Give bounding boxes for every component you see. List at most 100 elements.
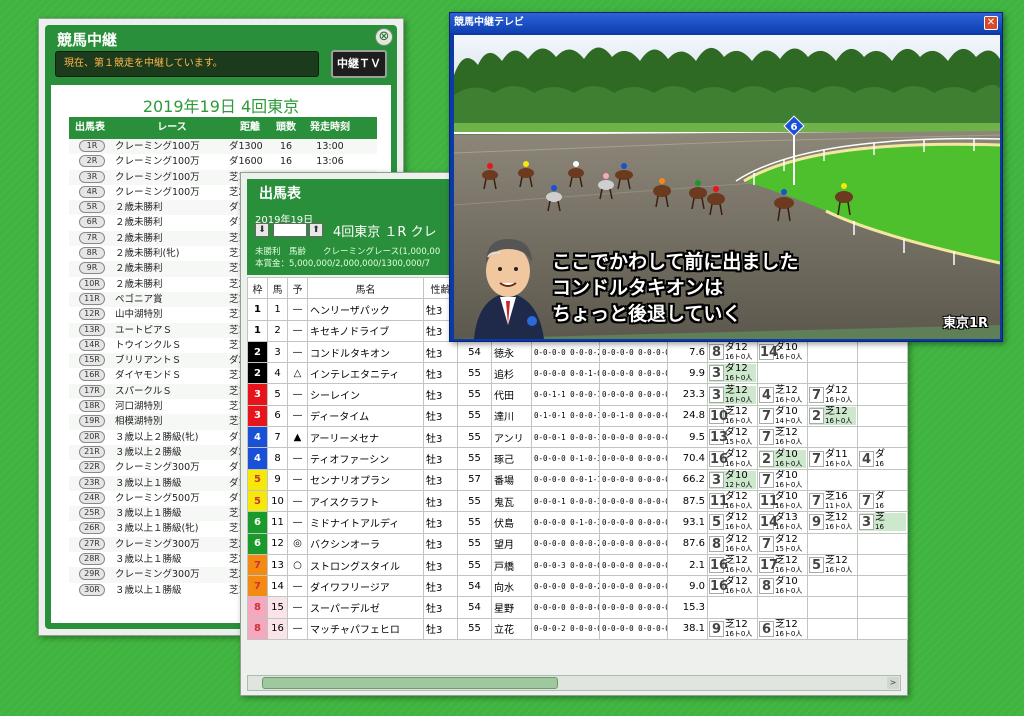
prediction-mark[interactable]: ○ <box>287 553 308 577</box>
horse-name[interactable]: スーパーデルゼ <box>307 596 424 619</box>
race-number-button[interactable]: 26R <box>79 522 105 535</box>
entry-row[interactable]: 8 15— スーパーデルゼ 牡3 54 星野 0-0-0-0 0-0-0-0 0-0-0-0 … <box>247 596 908 619</box>
race-number-button[interactable]: 23R <box>79 476 105 489</box>
race-number-button[interactable]: 2R <box>79 155 105 168</box>
next-day-icon[interactable]: ⬆ <box>309 223 323 237</box>
entry-row[interactable]: 8 16— マッチャパフェヒロ 牡3 55 立花 0-0-0-2 0-0-0-0 0-0-0-… <box>247 617 908 641</box>
race-number-button[interactable]: 8R <box>79 247 105 260</box>
past-race-3[interactable]: 7 ダ11 16ト0人 <box>807 447 858 470</box>
prediction-mark[interactable]: — <box>287 511 308 534</box>
past-race-1[interactable]: 8 ダ12 16ト0人 <box>707 532 758 555</box>
race-number-button[interactable]: 20R <box>79 430 105 443</box>
date-select[interactable] <box>273 223 307 237</box>
prediction-mark[interactable]: — <box>287 575 308 598</box>
past-race-1[interactable]: 5 ダ12 16ト0人 <box>707 511 758 534</box>
past-race-1[interactable]: 3 ダ10 12ト0人 <box>707 468 758 491</box>
horizontal-scrollbar[interactable]: > <box>247 675 901 691</box>
race-number-button[interactable]: 19R <box>79 415 105 428</box>
entry-row[interactable]: 6 11— ミドナイトアルディ 牡3 55 伏島 0-0-0-0 0-1-0-3 0-0-0-… <box>247 511 908 534</box>
past-race-2[interactable]: 8 ダ10 16ト0人 <box>757 575 808 598</box>
prediction-mark[interactable]: ◎ <box>287 532 308 555</box>
past-race-1[interactable]: 16 芝12 16ト0人 <box>707 553 758 577</box>
race-number-button[interactable]: 14R <box>79 338 105 351</box>
race-number-button[interactable]: 25R <box>79 507 105 520</box>
entry-row[interactable]: 3 5— シーレイン 牡3 55 代田 0-0-1-1 0-0-0-1 0-0-0-0 0-0… <box>247 383 908 406</box>
past-race-2[interactable]: 7 芝12 16ト0人 <box>757 426 808 449</box>
prediction-mark[interactable]: — <box>287 404 308 428</box>
horse-name[interactable]: ストロングスタイル <box>307 553 424 577</box>
race-number-button[interactable]: 5R <box>79 201 105 214</box>
scroll-right-icon[interactable]: > <box>887 677 899 689</box>
race-number-button[interactable]: 29R <box>79 568 105 581</box>
scrollbar-thumb[interactable] <box>262 677 558 689</box>
entry-row[interactable]: 2 3— コンドルタキオン 牡3 54 徳永 0-0-0-0 0-0-0-2 0-0-0-0 … <box>247 340 908 364</box>
past-race-3[interactable]: 9 芝12 16ト0人 <box>807 511 858 534</box>
past-race-2[interactable]: 14 ダ13 16ト0人 <box>757 511 808 534</box>
race-number-button[interactable]: 4R <box>79 185 105 198</box>
race-number-button[interactable]: 28R <box>79 553 105 566</box>
race-number-button[interactable]: 15R <box>79 354 105 367</box>
past-race-1[interactable]: 16 ダ12 16ト0人 <box>707 575 758 598</box>
past-race-3[interactable]: 5 芝12 16ト0人 <box>807 553 858 577</box>
entry-row[interactable]: 5 10— アイスクラフト 牡3 55 鬼瓦 0-0-0-1 0-0-0-3 0-0-0-0 … <box>247 489 908 513</box>
past-race-4[interactable]: 3 芝 16 <box>857 511 908 534</box>
past-race-1[interactable]: 8 ダ12 16ト0人 <box>707 340 758 364</box>
race-number-button[interactable]: 9R <box>79 262 105 275</box>
entry-row[interactable]: 3 6— ディータイム 牡3 55 達川 0-1-0-1 0-0-0-1 0-0-1-0 0-… <box>247 404 908 428</box>
past-race-4[interactable]: 4 ダ 16 <box>857 447 908 470</box>
entry-row[interactable]: 4 7 ▲ アーリーメセナ 牡3 55 アンリ 0-0-0-1 0-0-0-1 0-0-0-0 … <box>247 426 908 449</box>
race-number-button[interactable]: 21R <box>79 445 105 458</box>
race-row[interactable]: 2R クレーミング100万 ダ1600 16 13:06 <box>69 154 377 169</box>
horse-name[interactable]: コンドルタキオン <box>307 340 424 364</box>
horse-name[interactable]: アーリーメセナ <box>307 426 424 449</box>
horse-name[interactable]: アイスクラフト <box>307 489 424 513</box>
entry-row[interactable]: 4 8— ティオファーシン 牡3 55 琢己 0-0-0-0 0-1-0-3 0-0-0-0 … <box>247 447 908 470</box>
past-race-1[interactable]: 11 ダ12 16ト0人 <box>707 489 758 513</box>
horse-name[interactable]: インテレエタニティ <box>307 362 424 385</box>
horse-name[interactable]: キセキノドライブ <box>307 319 424 342</box>
past-race-2[interactable]: 7 ダ12 15ト0人 <box>757 532 808 555</box>
past-race-4[interactable]: 7 ダ 16 <box>857 489 908 513</box>
horse-name[interactable]: マッチャパフェヒロ <box>307 617 424 641</box>
prediction-mark[interactable]: — <box>287 489 308 513</box>
past-race-2[interactable]: 11 ダ10 16ト0人 <box>757 489 808 513</box>
prediction-mark[interactable]: — <box>287 319 308 342</box>
past-race-3[interactable]: 2 芝12 16ト0人 <box>807 404 858 428</box>
prediction-mark[interactable]: — <box>287 383 308 406</box>
race-number-button[interactable]: 7R <box>79 231 105 244</box>
past-race-2[interactable]: 14 ダ10 16ト0人 <box>757 340 808 364</box>
race-number-button[interactable]: 30R <box>79 583 105 596</box>
entry-row[interactable]: 7 14— ダイワフリージア 牡3 54 向水 0-0-0-0 0-0-0-2 0-0-0-0… <box>247 575 908 598</box>
horse-name[interactable]: シーレイン <box>307 383 424 406</box>
relay-tv-button[interactable]: 中継ＴＶ <box>331 50 387 78</box>
past-race-1[interactable]: 3 芝12 16ト0人 <box>707 383 758 406</box>
race-row[interactable]: 1R クレーミング100万 ダ1300 16 13:00 <box>69 139 377 155</box>
past-race-3[interactable]: 7 ダ12 16ト0人 <box>807 383 858 406</box>
race-number-button[interactable]: 16R <box>79 369 105 382</box>
past-race-2[interactable]: 17 芝12 16ト0人 <box>757 553 808 577</box>
prediction-mark[interactable]: ▲ <box>287 426 308 449</box>
prediction-mark[interactable]: — <box>287 468 308 491</box>
horse-name[interactable]: ディータイム <box>307 404 424 428</box>
past-race-1[interactable]: 10 芝12 16ト0人 <box>707 404 758 428</box>
race-number-button[interactable]: 17R <box>79 384 105 397</box>
race-number-button[interactable]: 6R <box>79 216 105 229</box>
past-race-2[interactable]: 6 芝12 16ト0人 <box>757 617 808 641</box>
horse-name[interactable]: ティオファーシン <box>307 447 424 470</box>
entry-row[interactable]: 6 12 ◎ バクシンオーラ 牡3 55 望月 0-0-0-0 0-0-0-2 0-0-0-0 … <box>247 532 908 555</box>
horse-name[interactable]: センナリオプラン <box>307 468 424 491</box>
prediction-mark[interactable]: — <box>287 340 308 364</box>
prev-day-icon[interactable]: ⬇ <box>255 223 269 237</box>
past-race-2[interactable]: 7 ダ10 16ト0人 <box>757 468 808 491</box>
prediction-mark[interactable]: — <box>287 596 308 619</box>
past-race-1[interactable]: 13 ダ12 15ト0人 <box>707 426 758 449</box>
past-race-3[interactable]: 7 芝16 11ト0人 <box>807 489 858 513</box>
entry-row[interactable]: 2 4 △ インテレエタニティ 牡3 55 追杉 0-0-0-0 0-0-1-0 0-0-0-0… <box>247 362 908 385</box>
race-number-button[interactable]: 13R <box>79 323 105 336</box>
past-race-1[interactable]: 16 ダ12 16ト0人 <box>707 447 758 470</box>
prediction-mark[interactable]: — <box>287 298 308 321</box>
race-number-button[interactable]: 18R <box>79 400 105 413</box>
horse-name[interactable]: ダイワフリージア <box>307 575 424 598</box>
horse-name[interactable]: バクシンオーラ <box>307 532 424 555</box>
race-number-button[interactable]: 24R <box>79 491 105 504</box>
